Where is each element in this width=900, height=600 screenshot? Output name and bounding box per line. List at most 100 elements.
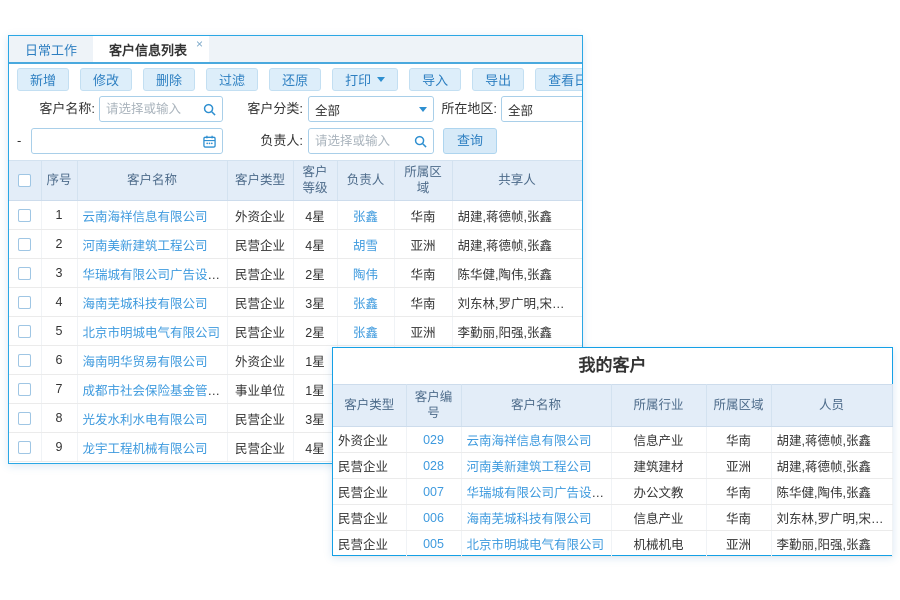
table-row[interactable]: 民营企业 005 北京市明城电气有限公司 机械机电 亚洲 李勤丽,阳强,张鑫 xyxy=(333,531,892,557)
table-row[interactable]: 1 云南海祥信息有限公司 外资企业 4星 张鑫 华南 胡建,蒋德帧,张鑫 xyxy=(9,201,582,230)
table-row[interactable]: 民营企业 007 华瑞城有限公司广告设计部 办公文教 华南 陈华健,陶伟,张鑫 xyxy=(333,479,892,505)
row-checkbox[interactable] xyxy=(18,354,31,367)
customer-code-cell: 029 xyxy=(406,427,461,453)
customer-name-cell: 华瑞城有限公司广告设计部 xyxy=(77,259,227,288)
customer-name-link[interactable]: 云南海祥信息有限公司 xyxy=(83,210,208,224)
add-button[interactable]: 新增 xyxy=(17,68,69,91)
row-checkbox[interactable] xyxy=(18,238,31,251)
edit-button[interactable]: 修改 xyxy=(80,68,132,91)
date-input[interactable] xyxy=(38,134,199,148)
row-select-cell xyxy=(9,201,41,230)
customer-code-cell: 007 xyxy=(406,479,461,505)
customer-name-link[interactable]: 华瑞城有限公司广告设计部 xyxy=(83,268,228,282)
customer-name-link[interactable]: 北京市明城电气有限公司 xyxy=(467,538,605,552)
tab-customer-info-list[interactable]: 客户信息列表 × xyxy=(93,36,209,62)
row-select-cell xyxy=(9,346,41,375)
delete-button[interactable]: 删除 xyxy=(143,68,195,91)
customer-type-cell: 民营企业 xyxy=(227,433,293,462)
row-number: 5 xyxy=(41,317,77,346)
customer-name-link[interactable]: 云南海祥信息有限公司 xyxy=(467,434,592,448)
tab-daily-work[interactable]: 日常工作 xyxy=(9,36,93,62)
owner-cell: 胡雪 xyxy=(337,230,394,259)
owner-link[interactable]: 张鑫 xyxy=(353,326,378,340)
row-checkbox[interactable] xyxy=(18,383,31,396)
table-row[interactable]: 5 北京市明城电气有限公司 民营企业 2星 张鑫 亚洲 李勤丽,阳强,张鑫 xyxy=(9,317,582,346)
category-select[interactable]: 全部 xyxy=(308,96,434,122)
row-checkbox[interactable] xyxy=(18,441,31,454)
table-row[interactable]: 外资企业 029 云南海祥信息有限公司 信息产业 华南 胡建,蒋德帧,张鑫 xyxy=(333,427,892,453)
customer-name-link[interactable]: 海南芜城科技有限公司 xyxy=(467,512,592,526)
header-no: 序号 xyxy=(41,161,77,201)
row-select-cell xyxy=(9,433,41,462)
close-icon[interactable]: × xyxy=(196,38,203,50)
category-value: 全部 xyxy=(315,100,340,119)
export-button[interactable]: 导出 xyxy=(472,68,524,91)
search-icon[interactable] xyxy=(414,135,427,148)
print-label: 打印 xyxy=(345,70,371,89)
customer-type-cell: 外资企业 xyxy=(333,427,406,453)
industry-cell: 机械机电 xyxy=(611,531,706,557)
calendar-icon[interactable] xyxy=(203,135,216,148)
customer-name-link[interactable]: 河南美新建筑工程公司 xyxy=(83,239,208,253)
table-row[interactable]: 4 海南芜城科技有限公司 民营企业 3星 张鑫 华南 刘东林,罗广明,宋浩然,张… xyxy=(9,288,582,317)
owner-link[interactable]: 陶伟 xyxy=(353,268,378,282)
customer-name-link[interactable]: 海南芜城科技有限公司 xyxy=(83,297,208,311)
customer-name-link[interactable]: 龙宇工程机械有限公司 xyxy=(83,442,208,456)
customer-type-cell: 民营企业 xyxy=(227,288,293,317)
customer-code-link[interactable]: 028 xyxy=(423,459,444,473)
region-cell: 亚洲 xyxy=(706,531,771,557)
header-customer-name: 客户名称 xyxy=(461,385,611,427)
my-customers-table: 客户类型 客户编号 客户名称 所属行业 所属区域 人员 外资企业 029 云南海… xyxy=(333,384,893,557)
customer-name-link[interactable]: 华瑞城有限公司广告设计部 xyxy=(467,486,612,500)
region-select[interactable]: 全部 xyxy=(501,96,583,122)
customer-type-cell: 民营企业 xyxy=(333,479,406,505)
shared-cell: 胡建,蒋德帧,张鑫 xyxy=(452,201,582,230)
query-button[interactable]: 查询 xyxy=(443,128,497,154)
customer-name-link[interactable]: 海南明华贸易有限公司 xyxy=(83,355,208,369)
customer-name-link[interactable]: 光发水利水电有限公司 xyxy=(83,413,208,427)
table-row[interactable]: 3 华瑞城有限公司广告设计部 民营企业 2星 陶伟 华南 陈华健,陶伟,张鑫 xyxy=(9,259,582,288)
region-cell: 华南 xyxy=(706,505,771,531)
customer-type-cell: 外资企业 xyxy=(227,201,293,230)
row-number: 4 xyxy=(41,288,77,317)
owner-link[interactable]: 张鑫 xyxy=(353,210,378,224)
owner-cell: 张鑫 xyxy=(337,317,394,346)
table-row[interactable]: 民营企业 006 海南芜城科技有限公司 信息产业 华南 刘东林,罗广明,宋浩然,… xyxy=(333,505,892,531)
owner-input[interactable] xyxy=(315,134,410,148)
search-icon[interactable] xyxy=(203,103,216,116)
customer-name-cell: 华瑞城有限公司广告设计部 xyxy=(461,479,611,505)
customer-name-link[interactable]: 北京市明城电气有限公司 xyxy=(83,326,221,340)
customer-name-link[interactable]: 河南美新建筑工程公司 xyxy=(467,460,592,474)
print-button[interactable]: 打印 xyxy=(332,68,398,91)
row-checkbox[interactable] xyxy=(18,267,31,280)
row-select-cell xyxy=(9,317,41,346)
row-checkbox[interactable] xyxy=(18,412,31,425)
customer-code-link[interactable]: 007 xyxy=(423,485,444,499)
customer-code-link[interactable]: 006 xyxy=(423,511,444,525)
table-row[interactable]: 民营企业 028 河南美新建筑工程公司 建筑建材 亚洲 胡建,蒋德帧,张鑫 xyxy=(333,453,892,479)
import-button[interactable]: 导入 xyxy=(409,68,461,91)
people-cell: 陈华健,陶伟,张鑫 xyxy=(771,479,892,505)
customer-name-label: 客户名称: xyxy=(15,96,95,122)
customer-name-link[interactable]: 成都市社会保险基金管理... xyxy=(83,384,228,398)
filter-button[interactable]: 过滤 xyxy=(206,68,258,91)
view-log-button[interactable]: 查看日志 xyxy=(535,68,583,91)
customer-level-cell: 1星 xyxy=(293,346,337,375)
customer-name-cell: 海南芜城科技有限公司 xyxy=(77,288,227,317)
row-checkbox[interactable] xyxy=(18,209,31,222)
owner-link[interactable]: 胡雪 xyxy=(353,239,378,253)
customer-level-cell: 1星 xyxy=(293,375,337,404)
category-label: 客户分类: xyxy=(231,96,303,122)
row-checkbox[interactable] xyxy=(18,296,31,309)
owner-link[interactable]: 张鑫 xyxy=(353,297,378,311)
restore-button[interactable]: 还原 xyxy=(269,68,321,91)
customer-code-link[interactable]: 029 xyxy=(423,433,444,447)
region-value: 全部 xyxy=(508,100,533,119)
shared-cell: 陈华健,陶伟,张鑫 xyxy=(452,259,582,288)
select-all-checkbox[interactable] xyxy=(18,174,31,187)
customer-code-link[interactable]: 005 xyxy=(423,537,444,551)
customer-name-input[interactable] xyxy=(106,102,199,116)
owner-field xyxy=(308,128,434,154)
table-row[interactable]: 2 河南美新建筑工程公司 民营企业 4星 胡雪 亚洲 胡建,蒋德帧,张鑫 xyxy=(9,230,582,259)
row-checkbox[interactable] xyxy=(18,325,31,338)
